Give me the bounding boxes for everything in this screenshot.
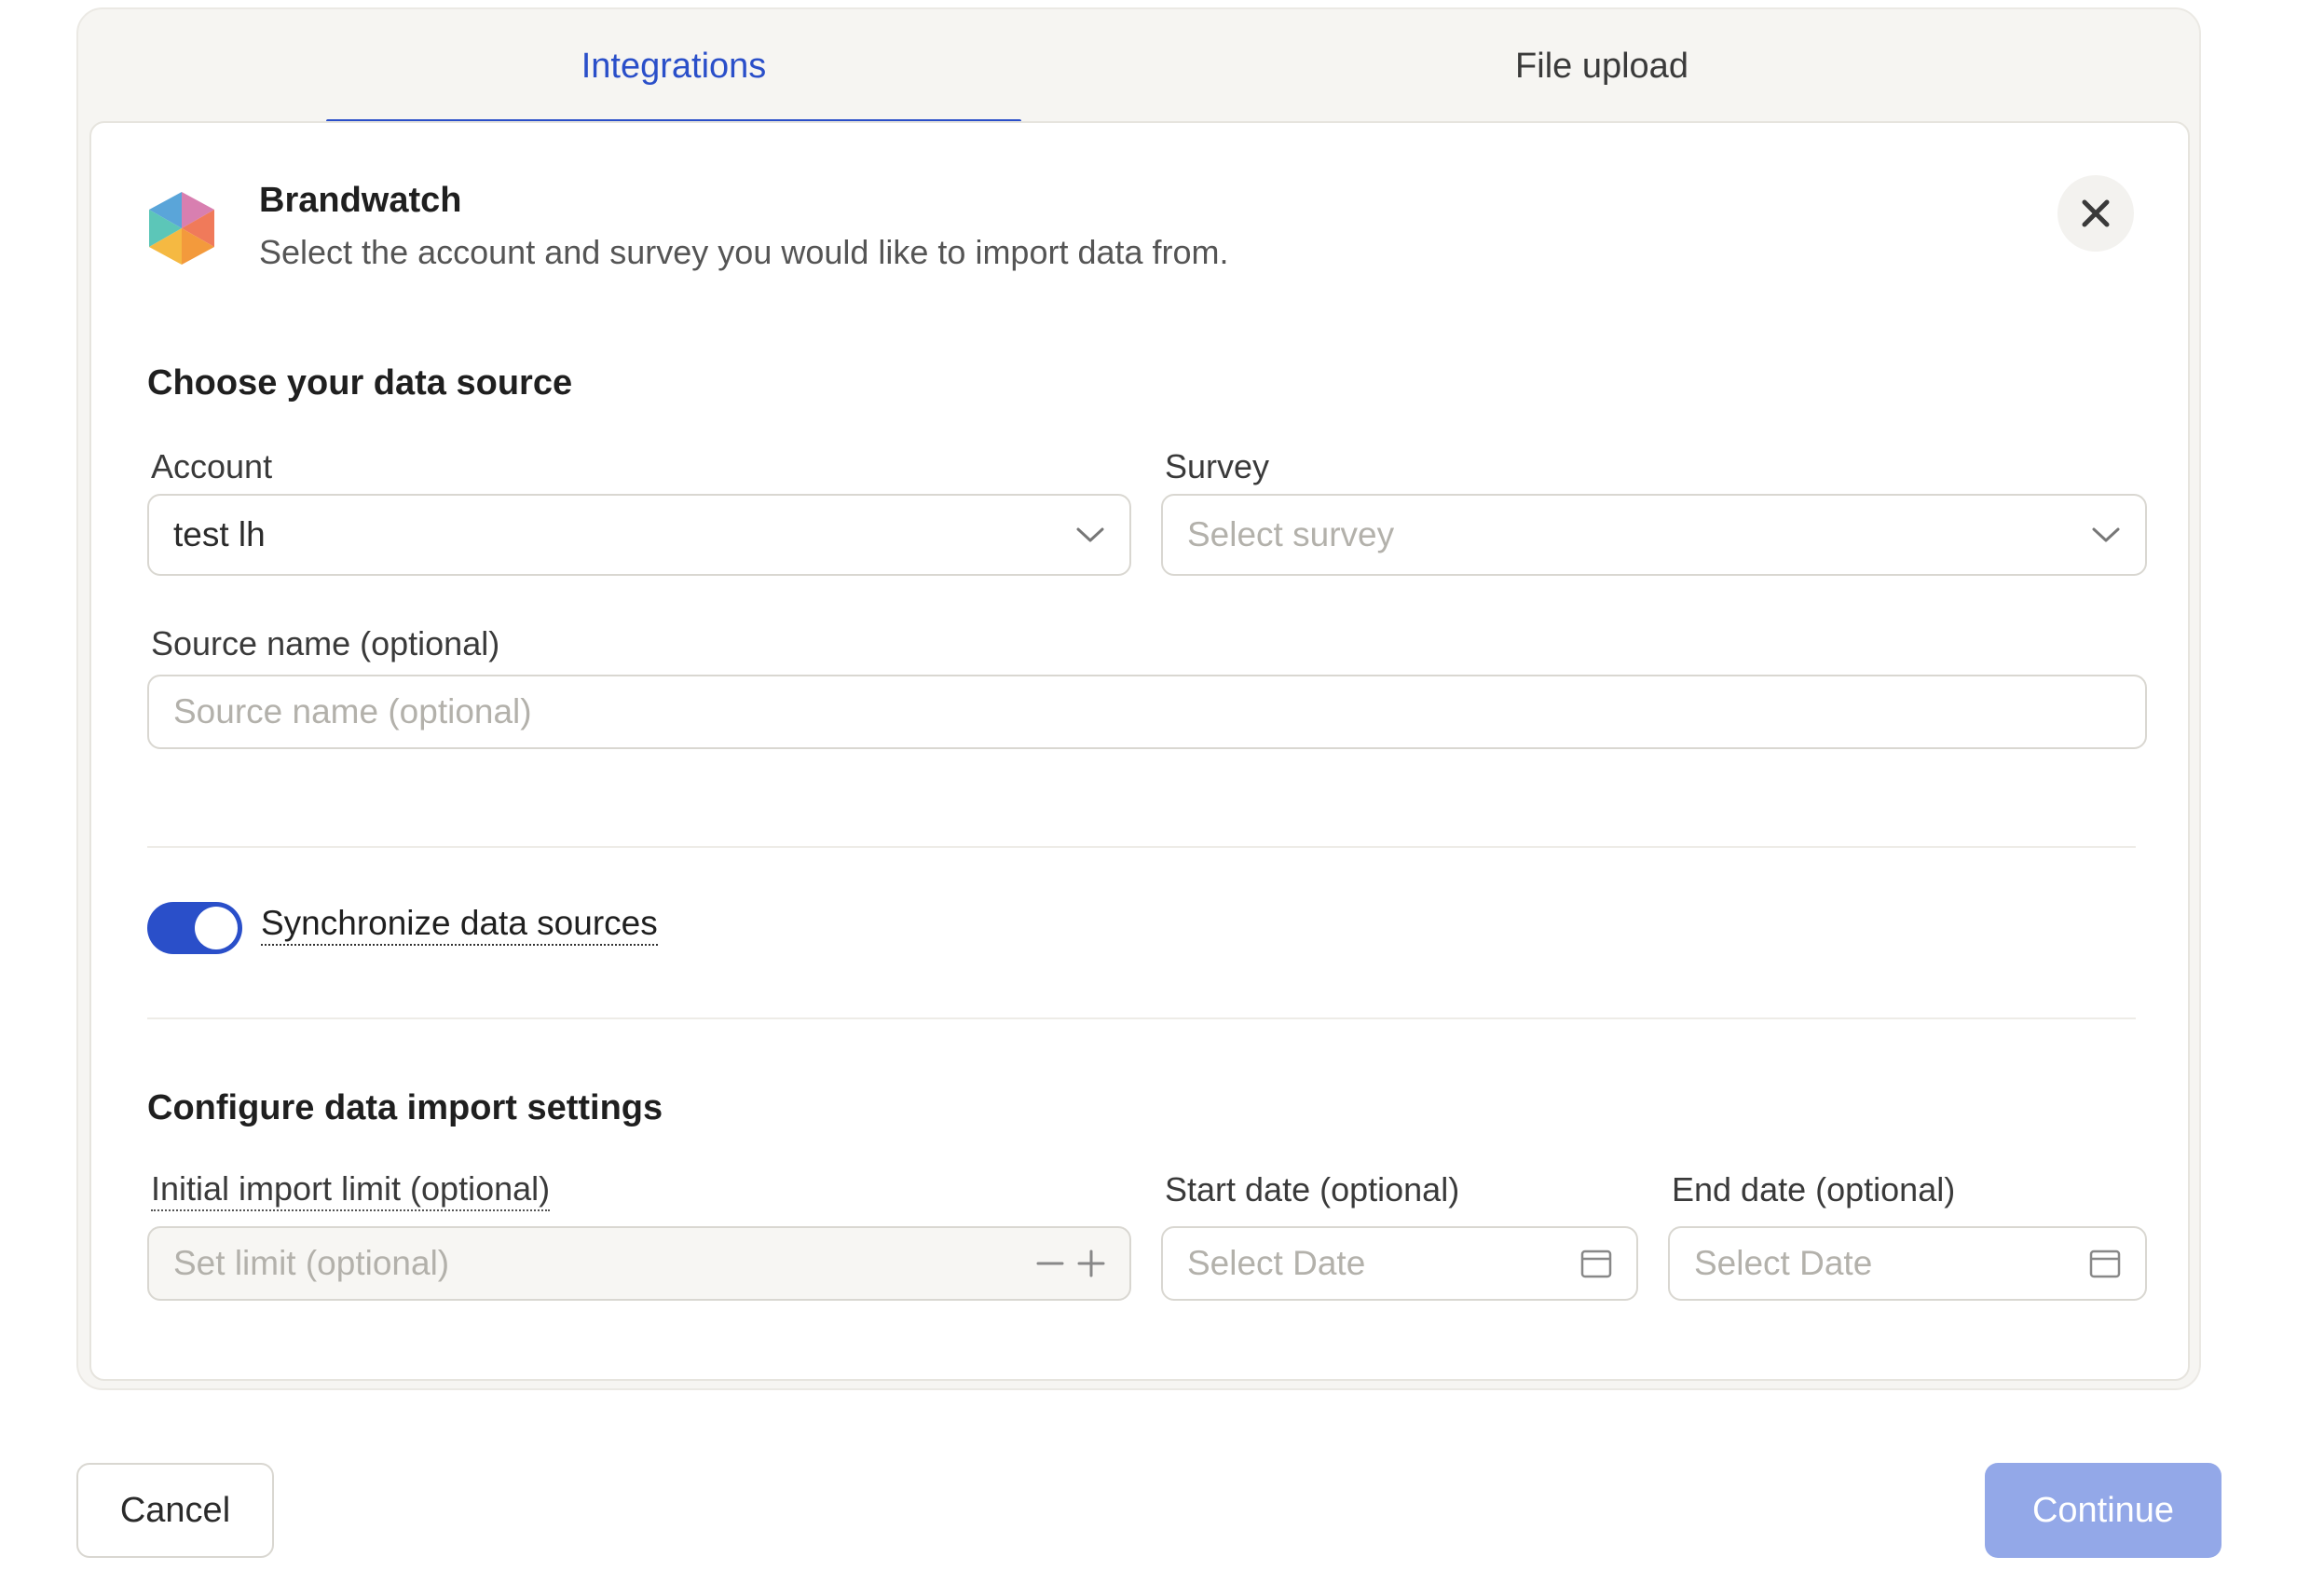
brandwatch-logo-icon [149,192,214,265]
chevron-down-icon [1076,527,1104,542]
source-name-label: Source name (optional) [151,624,500,662]
continue-button[interactable]: Continue [1985,1463,2221,1558]
import-limit-stepper[interactable]: Set limit (optional) [147,1226,1131,1301]
cancel-button[interactable]: Cancel [76,1463,274,1558]
account-label: Account [151,447,273,485]
toggle-knob [195,907,238,949]
integration-description: Select the account and survey you would … [259,233,1229,271]
account-select[interactable]: test lh [147,494,1131,576]
data-source-heading: Choose your data source [147,363,573,403]
import-dialog: Integrations File upload Brandwatch Sele… [76,7,2201,1390]
close-button[interactable] [2057,175,2134,252]
tab-bar: Integrations File upload [78,9,2199,124]
start-date-placeholder: Select Date [1187,1244,1366,1282]
sync-toggle[interactable] [147,902,242,954]
sync-toggle-label: Synchronize data sources [261,904,658,946]
import-limit-label: Initial import limit (optional) [151,1170,551,1211]
source-name-input[interactable] [147,675,2147,749]
survey-select[interactable]: Select survey [1161,494,2147,576]
tab-file-upload[interactable]: File upload [1254,9,1949,123]
survey-label: Survey [1165,447,1270,485]
survey-select-placeholder: Select survey [1187,515,1395,553]
integration-card: Brandwatch Select the account and survey… [89,121,2190,1381]
section-divider [147,1017,2136,1019]
import-settings-heading: Configure data import settings [147,1088,663,1127]
start-date-picker[interactable]: Select Date [1161,1226,1638,1301]
tab-integrations[interactable]: Integrations [326,9,1021,123]
section-divider [147,846,2136,848]
plus-icon[interactable] [1077,1249,1105,1277]
calendar-icon [1580,1249,1612,1278]
close-icon [2082,199,2110,227]
integration-title: Brandwatch [259,181,462,220]
import-limit-placeholder: Set limit (optional) [173,1244,450,1282]
end-date-placeholder: Select Date [1694,1244,1873,1282]
minus-icon[interactable] [1036,1249,1064,1277]
calendar-icon [2089,1249,2121,1278]
start-date-label: Start date (optional) [1165,1170,1460,1208]
end-date-label: End date (optional) [1672,1170,1956,1208]
chevron-down-icon [2092,527,2120,542]
account-select-value: test lh [173,515,266,553]
end-date-picker[interactable]: Select Date [1668,1226,2147,1301]
